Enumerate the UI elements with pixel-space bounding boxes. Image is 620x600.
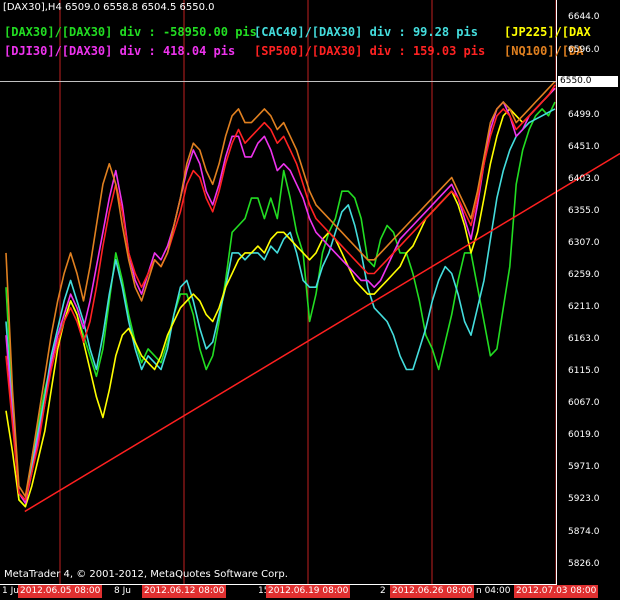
series-lines <box>5 80 556 508</box>
x-tick-label: 2 <box>380 586 386 596</box>
y-tick-label: 6307.0 <box>568 238 600 248</box>
y-tick-label: 5923.0 <box>568 494 600 504</box>
date-marker-badge[interactable]: 2012.06.05 08:00 <box>18 585 103 598</box>
y-tick-label: 6596.0 <box>568 45 600 55</box>
series-line-dax30 <box>5 101 556 508</box>
cac-divergence-label: [CAC40]/[DAX30] div : 99.28 pis <box>254 25 478 39</box>
y-tick-label: 6115.0 <box>568 366 600 376</box>
copyright-text: MetaTrader 4, © 2001-2012, MetaQuotes So… <box>4 569 288 580</box>
series-line-jp225 <box>5 87 556 508</box>
date-marker-badge[interactable]: 2012.07.03 08:00 <box>514 585 599 598</box>
y-tick-label: 6355.0 <box>568 206 600 216</box>
y-tick-label: 6403.0 <box>568 174 600 184</box>
trendline[interactable] <box>24 152 620 513</box>
symbol-title: [DAX30],H4 6509.0 6558.8 6504.5 6550.0 <box>3 2 215 13</box>
series-line-sp500 <box>5 84 556 501</box>
date-marker-badge[interactable]: 2012.06.26 08:00 <box>390 585 475 598</box>
current-price-box: 6550.0 <box>558 76 618 87</box>
price-chart[interactable] <box>0 0 620 600</box>
y-tick-label: 5971.0 <box>568 462 600 472</box>
y-tick-label: 6019.0 <box>568 430 600 440</box>
date-marker-badge[interactable]: 2012.06.12 08:00 <box>142 585 227 598</box>
x-tick-label: 1 Ju <box>2 586 19 596</box>
y-tick-label: 6163.0 <box>568 334 600 344</box>
y-tick-label: 6259.0 <box>568 270 600 280</box>
y-tick-label: 6451.0 <box>568 142 600 152</box>
y-tick-label: 6499.0 <box>568 110 600 120</box>
y-tick-label: 6211.0 <box>568 302 600 312</box>
y-tick-label: 6067.0 <box>568 398 600 408</box>
dax-divergence-label: [DAX30]/[DAX30] div : -58950.00 pis <box>4 25 257 39</box>
x-tick-label: 8 Ju <box>114 586 131 596</box>
series-line-nq100 <box>5 80 556 498</box>
sp500-divergence-label: [SP500]/[DAX30] div : 159.03 pis <box>254 44 486 58</box>
y-tick-label: 6644.0 <box>568 12 600 22</box>
x-tick-label: n 04:00 <box>476 586 511 596</box>
jp225-divergence-label: [JP225]/[DAX <box>504 25 591 39</box>
series-line-dji30 <box>5 87 556 505</box>
dji-divergence-label: [DJI30]/[DAX30] div : 418.04 pis <box>4 44 236 58</box>
y-tick-label: 5826.0 <box>568 559 600 569</box>
date-marker-badge[interactable]: 2012.06.19 08:00 <box>266 585 351 598</box>
y-tick-label: 5874.0 <box>568 527 600 537</box>
